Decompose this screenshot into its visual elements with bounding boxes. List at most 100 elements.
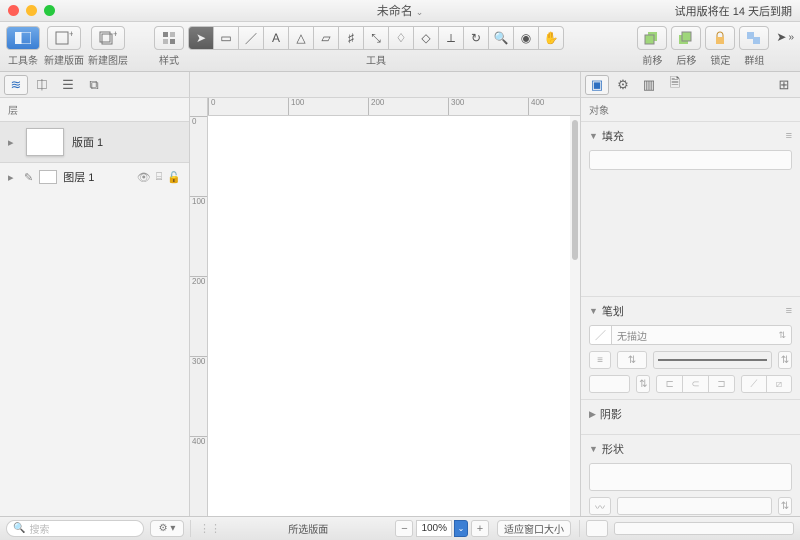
stroke-dash-field[interactable] <box>589 375 630 393</box>
triangle-down-icon[interactable]: ▼ <box>589 306 598 316</box>
send-backward-button[interactable] <box>671 26 701 50</box>
search-input[interactable]: 🔍搜索 <box>6 520 144 537</box>
tool-connector[interactable]: ⤡ <box>363 26 389 50</box>
join-bevel[interactable]: ⧄ <box>766 375 792 393</box>
ruler-tick: 100 <box>288 98 304 115</box>
triangle-right-icon[interactable]: ▶ <box>589 409 596 420</box>
toggle-sidebar-button[interactable] <box>6 26 40 50</box>
print-icon[interactable]: ⌸ <box>156 171 163 184</box>
layer-name: 图层 1 <box>63 169 94 185</box>
grid-view-icon[interactable]: ⊞ <box>772 75 796 95</box>
footer-slider[interactable] <box>614 522 794 535</box>
tool-measure[interactable]: ⟂ <box>438 26 464 50</box>
shape-value[interactable] <box>617 497 772 515</box>
new-canvas-button[interactable]: + <box>47 26 81 50</box>
new-layer-group: + 新建图层 <box>88 26 128 67</box>
stroke-dash-stepper[interactable]: ⇅ <box>636 375 650 393</box>
stroke-style-stepper[interactable]: ⇅ <box>778 351 792 369</box>
ruler-vertical[interactable]: 0 100 200 300 400 <box>190 98 208 516</box>
disclosure-icon[interactable]: ▸ <box>8 171 18 184</box>
canvas-name: 版面 1 <box>72 134 103 150</box>
gear-menu-button[interactable]: ⚙ ▾ <box>150 520 184 537</box>
styles-button[interactable] <box>154 26 184 50</box>
scope-label[interactable]: 所选版面 <box>288 521 328 536</box>
paper[interactable] <box>208 116 580 516</box>
vertical-scrollbar[interactable] <box>570 116 580 516</box>
footer-left: 🔍搜索 ⚙ ▾ <box>0 520 190 537</box>
tool-artboard[interactable]: ♯ <box>338 26 364 50</box>
zoom-value[interactable]: 100% <box>416 520 452 537</box>
toolbar-overflow[interactable]: ➤ » <box>776 30 794 44</box>
stroke-align-button[interactable]: ≡ <box>589 351 611 369</box>
group-button[interactable] <box>739 26 769 50</box>
tool-line[interactable]: ／ <box>238 26 264 50</box>
triangle-down-icon[interactable]: ▼ <box>589 131 598 141</box>
stroke-style-select[interactable] <box>653 351 772 369</box>
cap-square[interactable]: ⊐ <box>708 375 735 393</box>
canvas-tab[interactable]: ▥ <box>637 75 661 95</box>
layer-row[interactable]: ▸ ✎ 图层 1 👁 ⌸ 🔓 <box>0 163 189 191</box>
zoom-out-button[interactable]: − <box>395 520 413 537</box>
stroke-width-stepper[interactable]: ⇅ <box>617 351 647 369</box>
unlock-icon[interactable]: 🔓 <box>167 171 181 184</box>
shape-stepper[interactable]: ⇅ <box>778 497 792 515</box>
line-cap-segment[interactable]: ⊏ ⊂ ⊐ <box>656 375 735 393</box>
line-join-segment[interactable]: ⟋ ⧄ <box>741 375 792 393</box>
tool-crop[interactable]: ▱ <box>313 26 339 50</box>
join-miter[interactable]: ⟋ <box>741 375 767 393</box>
outline-tab[interactable]: ⎅ <box>30 75 54 95</box>
tool-rect[interactable]: ▭ <box>213 26 239 50</box>
tool-pen[interactable]: △ <box>288 26 314 50</box>
zoom-in-button[interactable]: + <box>471 520 489 537</box>
ruler-horizontal[interactable]: 0 100 200 300 400 <box>208 98 580 116</box>
stroke-combo[interactable]: ／ 无描边⇅ <box>589 325 792 345</box>
footer-swatch[interactable] <box>586 520 608 537</box>
document-title[interactable]: 未命名⌄ <box>377 2 424 19</box>
lock-button[interactable] <box>705 26 735 50</box>
resize-handle-icon[interactable]: ⋮⋮ <box>199 522 221 535</box>
center-tabbar <box>190 72 580 98</box>
visibility-icon[interactable]: 👁 <box>137 171 151 184</box>
tool-shapes[interactable]: ♢ <box>388 26 414 50</box>
zoom-window[interactable] <box>44 5 55 16</box>
section-menu-icon[interactable]: ≡ <box>786 305 792 317</box>
zoom-dropdown[interactable]: ⌄ <box>454 520 468 537</box>
forward-label: 前移 <box>642 52 662 67</box>
object-tab[interactable]: ▣ <box>585 75 609 95</box>
tools-label: 工具 <box>366 52 386 67</box>
left-sidebar: 层 ▸ 版面 1 ▸ ✎ 图层 1 👁 ⌸ 🔓 <box>0 98 190 516</box>
tool-hand[interactable]: ✋ <box>538 26 564 50</box>
cap-round[interactable]: ⊂ <box>682 375 709 393</box>
bezier-icon[interactable]: 〰 <box>589 497 611 515</box>
layers-tab[interactable]: ≋ <box>4 75 28 95</box>
fit-window-button[interactable]: 适应窗口大小 <box>497 520 571 537</box>
close-window[interactable] <box>8 5 19 16</box>
bring-forward-button[interactable] <box>637 26 667 50</box>
shadow-section: ▶ 阴影 <box>581 399 800 434</box>
fill-field[interactable] <box>589 150 792 170</box>
cap-butt[interactable]: ⊏ <box>656 375 683 393</box>
tool-text[interactable]: A <box>263 26 289 50</box>
tool-point[interactable]: ◇ <box>413 26 439 50</box>
tool-zoom[interactable]: 🔍 <box>488 26 514 50</box>
guides-tab[interactable]: ⧉ <box>82 75 106 95</box>
section-menu-icon[interactable]: ≡ <box>786 130 792 142</box>
tool-stamp[interactable]: ◉ <box>513 26 539 50</box>
document-tab[interactable]: 🗎 <box>663 75 687 95</box>
shadow-title: 阴影 <box>600 406 622 422</box>
selection-tab[interactable]: ☰ <box>56 75 80 95</box>
new-layer-button[interactable]: + <box>91 26 125 50</box>
triangle-down-icon[interactable]: ▼ <box>589 444 598 454</box>
footer: 🔍搜索 ⚙ ▾ ⋮⋮ 所选版面 − 100% ⌄ + 适应窗口大小 <box>0 516 800 540</box>
canvas-row[interactable]: ▸ 版面 1 <box>0 121 189 163</box>
tool-select[interactable]: ➤ <box>188 26 214 50</box>
shape-field[interactable] <box>589 463 792 491</box>
minimize-window[interactable] <box>26 5 37 16</box>
disclosure-icon[interactable]: ▸ <box>8 136 18 149</box>
properties-tab[interactable]: ⚙ <box>611 75 635 95</box>
search-placeholder: 搜索 <box>29 521 49 536</box>
tool-eyedropper[interactable]: ↻ <box>463 26 489 50</box>
scrollbar-thumb[interactable] <box>572 120 578 260</box>
ruler-tick: 300 <box>190 356 207 366</box>
pencil-icon[interactable]: ✎ <box>24 171 33 184</box>
